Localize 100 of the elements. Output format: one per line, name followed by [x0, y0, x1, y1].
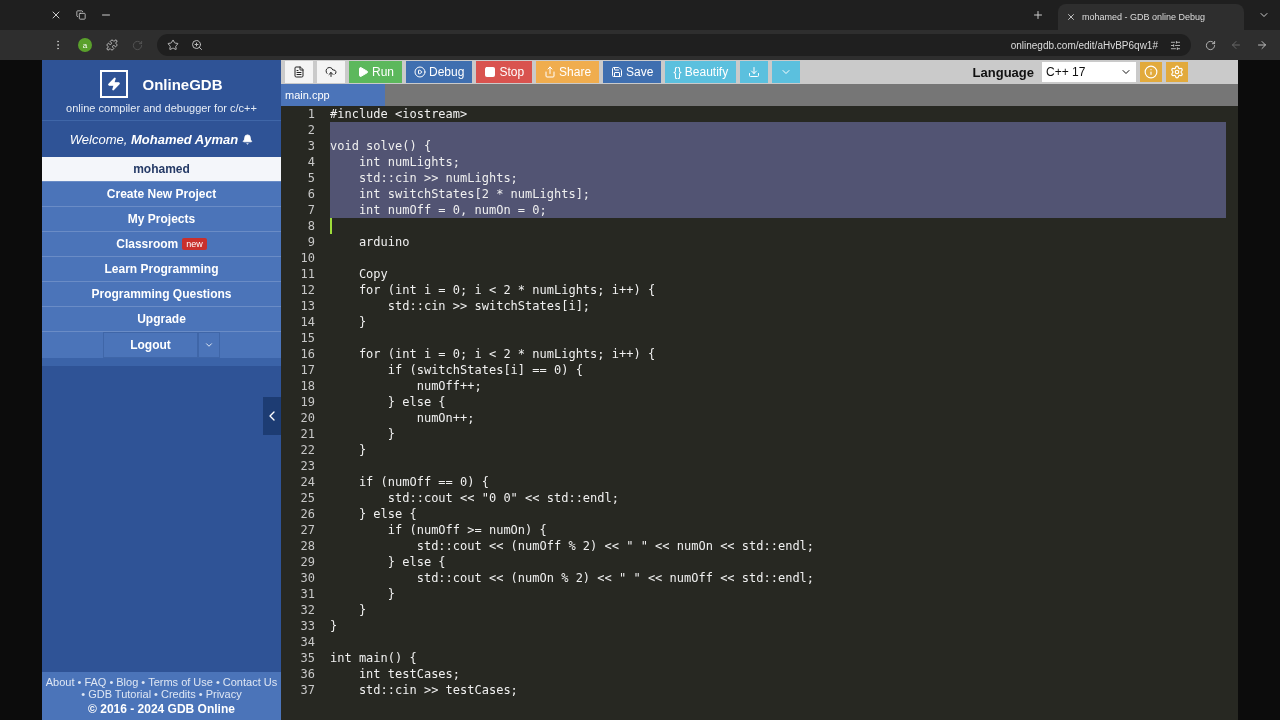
line-number: 11 [299, 267, 316, 281]
footer-link[interactable]: Terms of Use [148, 676, 213, 688]
line-number: 14 [299, 315, 316, 329]
upload-button[interactable] [317, 61, 345, 83]
debug-button[interactable]: Debug [406, 61, 473, 83]
code-line: } [357, 602, 368, 618]
code-line: } [386, 586, 397, 602]
sidebar-item-label: Classroom [116, 237, 179, 251]
line-number: 13 [299, 299, 316, 313]
new-file-button[interactable] [285, 61, 313, 83]
settings-icon [1170, 65, 1184, 79]
line-number: 36 [299, 667, 316, 681]
separator: • [141, 676, 146, 688]
line-number: 33 [299, 619, 316, 633]
code-line: std::cout << (numOn % 2) << " " << numOff << std::endl; [415, 570, 816, 586]
logout-button[interactable]: Logout [103, 332, 198, 358]
extensions-icon[interactable] [106, 39, 118, 51]
collapse-sidebar-button[interactable] [263, 397, 281, 435]
code-line: } else { [386, 394, 447, 410]
line-number: 20 [299, 411, 316, 425]
footer-link[interactable]: Contact Us [222, 676, 278, 688]
line-number: 27 [299, 523, 316, 537]
run-button[interactable]: Run [349, 61, 402, 83]
line-number: 12 [299, 283, 316, 297]
line-number: 5 [306, 171, 316, 185]
line-number: 8 [306, 219, 316, 233]
line-number: 17 [299, 363, 316, 377]
footer-link[interactable]: Blog [116, 676, 139, 688]
close-icon[interactable] [50, 9, 62, 21]
sidebar-item[interactable]: Upgrade [42, 307, 281, 332]
cloud-upload-icon [325, 66, 337, 78]
welcome-text: Welcome, Mohamed Ayman [69, 131, 239, 147]
line-number: 34 [299, 635, 316, 649]
code-line: if (numOff == 0) { [357, 474, 490, 490]
profile-avatar[interactable]: a [78, 38, 92, 52]
line-number: 3 [306, 139, 316, 153]
line-number: 22 [299, 443, 316, 457]
code-line: std::cout << (numOff % 2) << " " << numOn << std::endl; [415, 538, 816, 554]
sidebar-item[interactable]: Classroom new [42, 232, 281, 257]
brand-name: OnlineGDB [142, 75, 223, 93]
line-number: 30 [299, 571, 316, 585]
code-line: std::cin >> switchStates[i]; [386, 298, 592, 314]
separator: • [154, 688, 158, 700]
restore-icon[interactable] [76, 10, 86, 20]
tagline: online compiler and debugger for c/c++ [66, 102, 257, 114]
stop-button[interactable]: Stop [476, 61, 533, 83]
code-line: } [357, 314, 368, 330]
line-number: 6 [306, 187, 316, 201]
sidebar-item[interactable]: My Projects [42, 207, 281, 232]
code-line: } [386, 426, 397, 442]
footer-link[interactable]: Credits [160, 688, 196, 700]
sidebar-item[interactable]: Learn Programming [42, 257, 281, 282]
code-line: } [357, 442, 368, 458]
forward-icon[interactable] [1256, 39, 1268, 51]
line-number: 16 [299, 347, 316, 361]
code-line: } else { [357, 506, 418, 522]
sidebar-item[interactable]: Create New Project [42, 182, 281, 207]
code-line: } [330, 618, 339, 634]
sidebar-item[interactable]: Programming Questions [42, 282, 281, 307]
caret-icon [203, 340, 214, 350]
separator: • [77, 676, 82, 688]
address-bar[interactable]: onlinegdb.com/edit/aHvBP6qw1# [157, 34, 1191, 56]
sidebar-item[interactable]: mohamed [42, 157, 281, 182]
save-button[interactable]: Save [603, 61, 662, 83]
line-number: 23 [299, 459, 316, 473]
code-line: if (switchStates[i] == 0) { [386, 362, 584, 378]
code-line: std::cout << "0 0" << std::endl; [386, 490, 620, 506]
footer-link[interactable]: Privacy [205, 688, 242, 700]
play-icon [357, 66, 369, 78]
separator: • [109, 676, 114, 688]
footer-link[interactable]: FAQ [84, 676, 107, 688]
language-select[interactable]: C++ 17 [1042, 62, 1136, 82]
code-editor[interactable] [281, 106, 1238, 720]
share-icon [544, 66, 557, 78]
code-line: std::cin >> testCases; [357, 682, 519, 698]
code-line: for (int i = 0; i < 2 * numLights; i++) { [357, 346, 657, 362]
settings-button[interactable] [1166, 62, 1188, 82]
line-number: 26 [299, 507, 316, 521]
footer-link[interactable]: GDB Tutorial [88, 688, 152, 700]
line-number: 4 [306, 155, 316, 169]
line-number: 25 [299, 491, 316, 505]
code-line: #include <iostream> [330, 106, 469, 122]
line-number: 28 [299, 539, 316, 553]
line-number: 9 [306, 235, 316, 249]
code-line: Copy [357, 266, 389, 282]
line-number: 1 [306, 107, 316, 121]
line-number: 32 [299, 603, 316, 617]
browser-tab[interactable]: mohamed - GDB online Debug [1058, 4, 1244, 30]
info-button[interactable] [1140, 62, 1162, 82]
new-tab-icon[interactable] [1032, 9, 1044, 21]
reload-icon[interactable] [1205, 39, 1216, 51]
file-tab[interactable]: main.cpp [281, 84, 385, 106]
close-tab-icon[interactable] [1066, 12, 1076, 22]
line-number: 24 [299, 475, 316, 489]
info-icon [1144, 65, 1158, 79]
bell-icon[interactable] [242, 133, 254, 145]
line-number: 21 [299, 427, 316, 441]
bolt-logo-icon [100, 70, 129, 98]
separator: • [198, 688, 203, 700]
footer-link[interactable]: About [45, 676, 75, 688]
